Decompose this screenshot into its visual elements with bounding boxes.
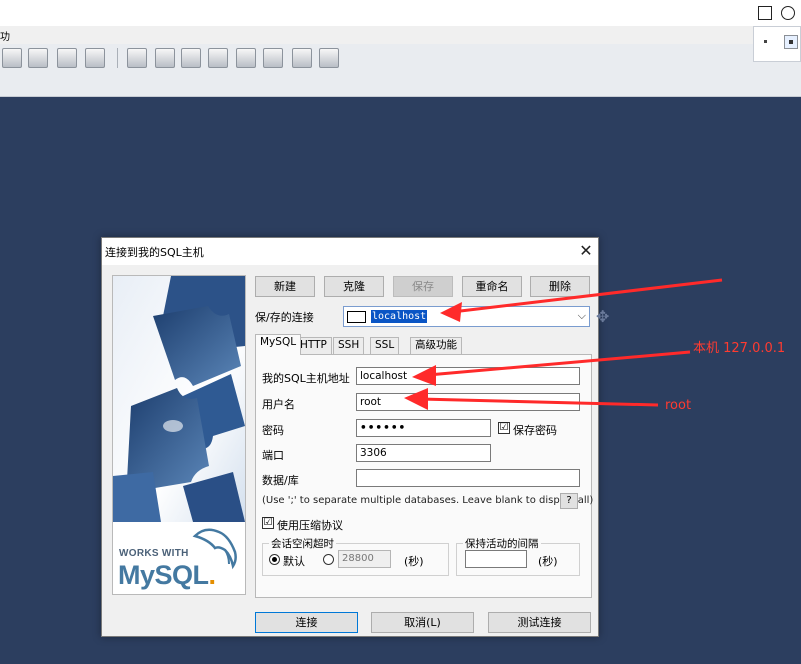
save-password-checkbox[interactable]: ☑ [498, 422, 510, 434]
user-manager-icon[interactable] [263, 48, 283, 68]
delete-button[interactable]: 删除 [530, 276, 590, 297]
close-icon[interactable]: ✕ [576, 241, 596, 261]
chevron-down-icon[interactable]: ⌵ [578, 309, 586, 323]
close-window-button[interactable] [781, 6, 795, 20]
connect-icon[interactable] [2, 48, 22, 68]
move-cursor-icon: ✥ [596, 307, 610, 326]
tab-mysql[interactable]: MySQL [255, 334, 302, 355]
database-hint: (Use ';' to separate multiple databases.… [262, 495, 594, 506]
dialog-title-bar: 连接到我的SQL主机 ✕ [102, 238, 598, 265]
timeout-default-radio[interactable] [269, 554, 280, 565]
database-input[interactable] [356, 469, 580, 487]
saved-connection-select[interactable]: localhost ⌵ [343, 306, 590, 327]
mysql-logo: WORKS WITH MySQL. [113, 522, 245, 594]
compress-checkbox[interactable]: ☑ [262, 517, 274, 529]
save-password-label: 保存密码 [513, 424, 557, 437]
table-icon[interactable] [57, 48, 77, 68]
menu-item-fragment[interactable]: 功 [0, 28, 10, 43]
puzzle-image [113, 276, 245, 522]
password-label: 密码 [262, 424, 284, 437]
keepalive-input[interactable] [465, 550, 527, 568]
saved-connection-value: localhost [371, 310, 428, 323]
connect-button[interactable]: 连接 [255, 612, 358, 633]
mysql-wordmark: MySQL. [118, 560, 216, 591]
cancel-button[interactable]: 取消(L) [371, 612, 474, 633]
keepalive-group-title: 保持活动的间隔 [463, 536, 541, 551]
timeout-group: 会话空闲超时 默认 28800 (秒) [262, 536, 449, 576]
rename-button[interactable]: 重命名 [462, 276, 522, 297]
host-label: 我的SQL主机地址 [262, 372, 350, 385]
new-query-icon[interactable] [28, 48, 48, 68]
menu-bar: 功 [0, 26, 801, 44]
title-bar [0, 0, 801, 26]
seconds-label: (秒) [538, 555, 558, 568]
tab-advanced[interactable]: 高级功能 [410, 337, 462, 354]
localhost-note: 本机 127.0.0.1 [693, 341, 786, 356]
relations-icon[interactable] [319, 48, 339, 68]
backup-icon[interactable] [236, 48, 256, 68]
save-button[interactable]: 保存 [393, 276, 453, 297]
connection-color-swatch [347, 311, 366, 323]
tab-ssl[interactable]: SSL [370, 337, 400, 354]
mysql-word-text: MySQL [118, 560, 209, 590]
host-input[interactable]: localhost [356, 367, 580, 385]
connection-dialog: 连接到我的SQL主机 ✕ WORKS WITH MySQL. 新建 克隆 保存 … [101, 237, 599, 637]
port-input[interactable]: 3306 [356, 444, 491, 462]
import-icon[interactable] [208, 48, 228, 68]
port-label: 端口 [262, 449, 284, 462]
password-input[interactable]: •••••• [356, 419, 491, 437]
seconds-label: (秒) [404, 555, 424, 568]
database-icon[interactable] [155, 48, 175, 68]
username-label: 用户名 [262, 398, 295, 411]
brand-image: WORKS WITH MySQL. [112, 275, 246, 595]
tab-ssh[interactable]: SSH [333, 337, 365, 354]
bullet-icon [764, 40, 767, 43]
mysql-mark: . [208, 560, 217, 590]
test-connection-button[interactable]: 测试连接 [488, 612, 591, 633]
new-button[interactable]: 新建 [255, 276, 315, 297]
works-with-text: WORKS WITH [119, 548, 189, 559]
database-label: 数据/库 [262, 474, 299, 487]
compress-label: 使用压缩协议 [277, 519, 343, 532]
dialog-title: 连接到我的SQL主机 [105, 246, 204, 259]
help-button[interactable]: ? [560, 493, 578, 509]
root-note: root [665, 398, 692, 413]
timeout-group-title: 会话空闲超时 [269, 536, 336, 551]
maximize-button[interactable] [758, 6, 772, 20]
schema-icon[interactable] [127, 48, 147, 68]
saved-connection-label: 保/存的连接 [255, 311, 314, 324]
copy-table-icon[interactable] [85, 48, 105, 68]
toolbar-separator [117, 48, 118, 68]
radio-icon[interactable] [784, 35, 798, 49]
timeout-custom-radio[interactable] [323, 554, 334, 565]
clone-button[interactable]: 克隆 [324, 276, 384, 297]
grid-icon[interactable] [292, 48, 312, 68]
side-mini-panel [753, 26, 801, 62]
toolbar [0, 44, 801, 97]
timeout-input[interactable]: 28800 [338, 550, 391, 568]
username-input[interactable]: root [356, 393, 580, 411]
sync-icon[interactable] [181, 48, 201, 68]
keepalive-group: 保持活动的间隔 (秒) [456, 536, 580, 576]
timeout-default-label: 默认 [283, 555, 305, 568]
